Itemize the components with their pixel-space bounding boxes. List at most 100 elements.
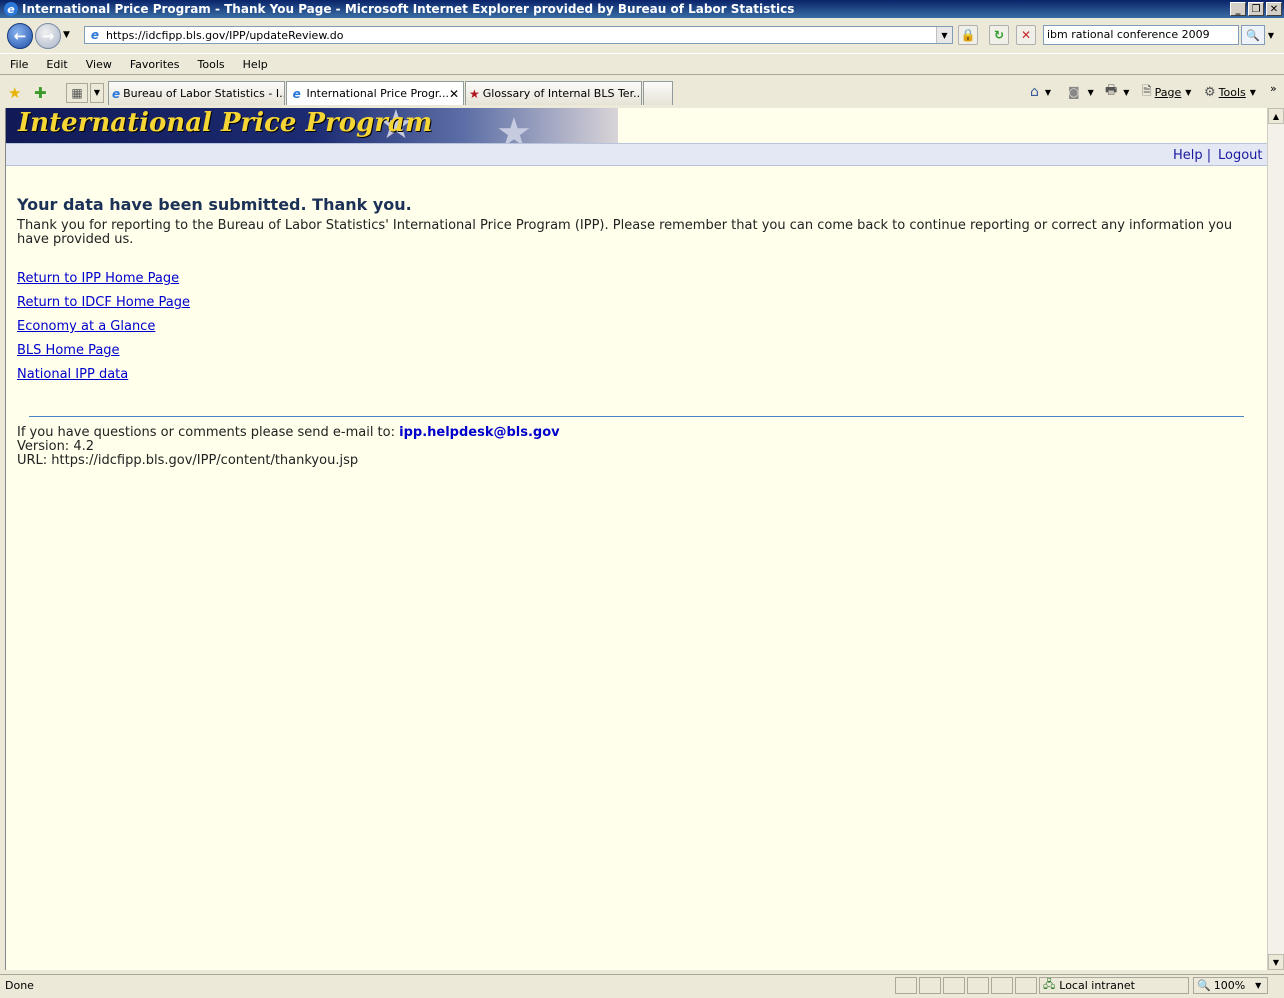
lock-icon: 🔒 xyxy=(960,28,976,42)
ie-page-icon: e xyxy=(292,86,301,101)
history-dropdown-icon[interactable]: ▼ xyxy=(63,30,70,40)
address-input[interactable]: https://idcfipp.bls.gov/IPP/updateReview… xyxy=(106,29,936,42)
page-content: ★ ★ International Price Program Help | L… xyxy=(5,108,1268,970)
feeds-dropdown-icon[interactable]: ▼ xyxy=(1088,88,1094,97)
bls-star-icon: ★ xyxy=(469,86,480,101)
helpdesk-email-link[interactable]: ipp.helpdesk@bls.gov xyxy=(399,425,560,440)
help-link[interactable]: Help | xyxy=(1173,148,1211,163)
tab-list-dropdown-icon[interactable]: ▼ xyxy=(90,83,104,103)
menu-favorites[interactable]: Favorites xyxy=(120,58,188,71)
favorites-star-icon[interactable]: ★ xyxy=(8,84,21,102)
gear-icon: ⚙ xyxy=(1204,84,1216,100)
status-bar: Done 🖧 Local intranet 🔍 100% ▼ xyxy=(0,974,1284,997)
stop-icon: ✕ xyxy=(1020,28,1032,42)
footer-divider xyxy=(29,416,1244,417)
intranet-zone-icon: 🖧 xyxy=(1043,978,1056,991)
top-link-bar: Help | Logout xyxy=(6,143,1268,166)
tab-label: International Price Progr... xyxy=(306,87,449,100)
menu-file[interactable]: File xyxy=(0,58,36,71)
tab-bls[interactable]: e Bureau of Labor Statistics - I... xyxy=(108,81,285,105)
forward-arrow-icon: → xyxy=(41,27,55,45)
status-pane xyxy=(991,977,1013,994)
scroll-up-icon[interactable]: ▲ xyxy=(1268,108,1284,124)
vertical-scrollbar[interactable]: ▲ ▼ xyxy=(1267,108,1284,970)
link-ipp-home[interactable]: Return to IPP Home Page xyxy=(17,271,179,286)
zoom-dropdown-icon[interactable]: ▼ xyxy=(1255,981,1261,990)
chevron-more-icon[interactable]: » xyxy=(1270,78,1277,98)
security-zone[interactable]: 🖧 Local intranet xyxy=(1039,977,1189,994)
navigation-bar: ← → ▼ e https://idcfipp.bls.gov/IPP/upda… xyxy=(0,19,1284,52)
status-pane xyxy=(895,977,917,994)
quick-tabs-icon[interactable]: ▦ xyxy=(66,83,88,103)
window-title: International Price Program - Thank You … xyxy=(22,2,795,16)
minimize-icon: _ xyxy=(1235,3,1241,15)
search-options-dropdown-icon[interactable]: ▼ xyxy=(1265,25,1277,45)
add-favorite-icon[interactable]: ✚ xyxy=(34,84,47,102)
window-title-bar: e International Price Program - Thank Yo… xyxy=(0,0,1284,18)
tab-ipp[interactable]: e International Price Progr... ✕ xyxy=(286,81,464,105)
banner-title: International Price Program xyxy=(18,108,433,138)
thank-you-message: Thank you for reporting to the Bureau of… xyxy=(17,218,1233,247)
tab-label: Glossary of Internal BLS Ter... xyxy=(482,87,642,100)
tools-dropdown-icon[interactable]: ▼ xyxy=(1250,88,1256,97)
page-favicon-icon: e xyxy=(90,28,100,42)
zoom-control[interactable]: 🔍 100% ▼ xyxy=(1193,977,1268,994)
menu-edit[interactable]: Edit xyxy=(36,58,75,71)
close-icon: ✕ xyxy=(1269,3,1279,15)
menu-tools[interactable]: Tools xyxy=(188,58,233,71)
link-idcf-home[interactable]: Return to IDCF Home Page xyxy=(17,295,190,310)
refresh-icon: ↻ xyxy=(993,28,1005,42)
zone-label: Local intranet xyxy=(1059,979,1135,992)
banner-star-icon: ★ xyxy=(496,110,532,143)
address-dropdown-icon[interactable]: ▼ xyxy=(936,27,952,43)
back-button[interactable]: ← xyxy=(7,23,33,49)
tab-glossary[interactable]: ★ Glossary of Internal BLS Ter... xyxy=(465,81,642,105)
tools-menu-button[interactable]: ⚙ Tools ▼ xyxy=(1204,82,1256,102)
page-icon: 🗎 xyxy=(1142,83,1152,98)
print-button[interactable]: 🖶 ▼ xyxy=(1105,82,1129,102)
footer-contact-text: If you have questions or comments please… xyxy=(17,425,395,440)
page-menu-button[interactable]: 🗎 Page ▼ xyxy=(1142,82,1191,102)
page-heading: Your data have been submitted. Thank you… xyxy=(17,195,412,214)
page-menu-label: Page xyxy=(1154,85,1182,99)
zoom-level: 100% xyxy=(1213,979,1246,992)
close-tab-icon[interactable]: ✕ xyxy=(449,87,459,101)
ie-logo-icon: e xyxy=(4,2,18,16)
status-pane xyxy=(943,977,965,994)
search-input[interactable]: ibm rational conference 2009 xyxy=(1043,25,1239,45)
status-pane xyxy=(967,977,989,994)
link-national-ipp-data[interactable]: National IPP data xyxy=(17,367,128,382)
link-economy-at-a-glance[interactable]: Economy at a Glance xyxy=(17,319,155,334)
home-dropdown-icon[interactable]: ▼ xyxy=(1045,88,1051,97)
restore-button[interactable]: ❐ xyxy=(1248,2,1264,16)
link-bls-home[interactable]: BLS Home Page xyxy=(17,343,120,358)
address-bar[interactable]: e https://idcfipp.bls.gov/IPP/updateRevi… xyxy=(84,26,953,44)
tools-menu-label: Tools xyxy=(1218,85,1246,99)
footer-contact: If you have questions or comments please… xyxy=(17,425,560,440)
minimize-button[interactable]: _ xyxy=(1230,2,1246,16)
search-icon: 🔍 xyxy=(1246,28,1260,42)
tab-label: Bureau of Labor Statistics - I... xyxy=(123,87,285,100)
scroll-down-icon[interactable]: ▼ xyxy=(1268,954,1284,970)
version-text: Version: 4.2 xyxy=(17,439,94,454)
restore-icon: ❐ xyxy=(1251,3,1261,15)
menu-view[interactable]: View xyxy=(76,58,120,71)
home-button[interactable]: ⌂ ▼ xyxy=(1030,82,1051,102)
page-url-text: URL: https://idcfipp.bls.gov/IPP/content… xyxy=(17,453,359,468)
logout-link[interactable]: Logout xyxy=(1218,148,1263,163)
new-tab-button[interactable] xyxy=(643,81,673,105)
refresh-button[interactable]: ↻ xyxy=(989,25,1009,45)
print-dropdown-icon[interactable]: ▼ xyxy=(1123,88,1129,97)
ie-page-icon: e xyxy=(112,86,121,101)
lock-button[interactable]: 🔒 xyxy=(958,25,978,45)
stop-button[interactable]: ✕ xyxy=(1016,25,1036,45)
search-button[interactable]: 🔍 xyxy=(1241,25,1265,45)
close-window-button[interactable]: ✕ xyxy=(1266,2,1282,16)
page-dropdown-icon[interactable]: ▼ xyxy=(1185,88,1191,97)
zoom-icon: 🔍 xyxy=(1197,979,1211,992)
status-text: Done xyxy=(5,979,34,992)
menu-help[interactable]: Help xyxy=(233,58,276,71)
feed-icon: ◙ xyxy=(1068,85,1080,99)
forward-button[interactable]: → xyxy=(35,23,61,49)
feeds-button[interactable]: ◙ ▼ xyxy=(1068,82,1094,102)
